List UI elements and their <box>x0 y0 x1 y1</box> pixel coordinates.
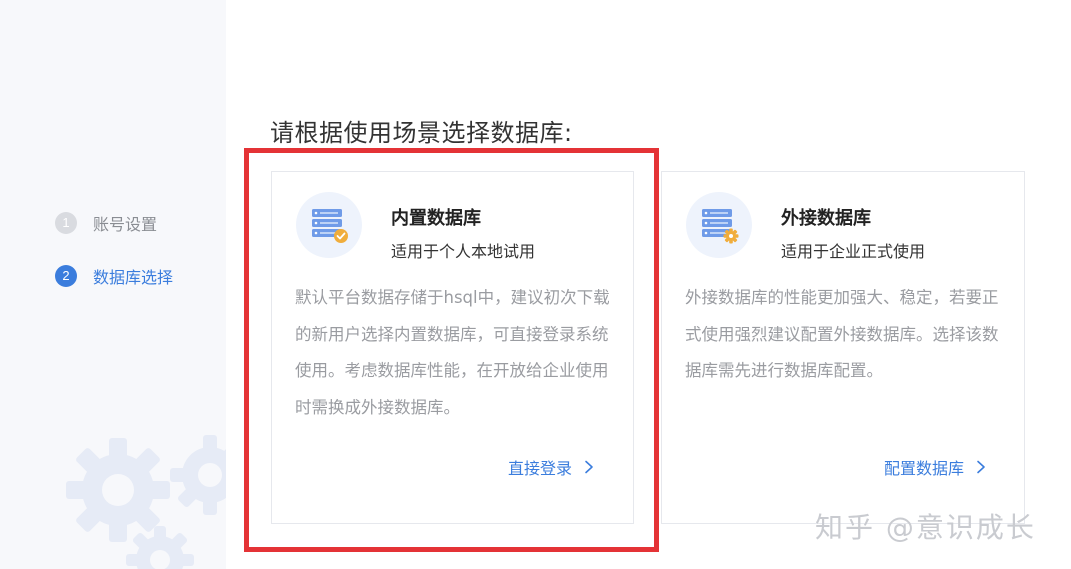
database-check-icon <box>296 192 362 258</box>
card-description: 默认平台数据存储于hsql中，建议初次下载的新用户选择内置数据库，可直接登录系统… <box>295 288 610 417</box>
external-database-card[interactable]: 外接数据库 适用于企业正式使用 外接数据库的性能更加强大、稳定，若要正式使用强烈… <box>661 171 1025 524</box>
action-label: 配置数据库 <box>883 459 964 478</box>
card-title: 外接数据库 <box>781 208 871 229</box>
action-label: 直接登录 <box>507 459 572 478</box>
step-database-selection[interactable]: 2 数据库选择 <box>55 264 173 288</box>
sidebar: 1 账号设置 2 数据库选择 <box>0 0 226 569</box>
watermark: 知乎 @意识成长 <box>815 511 1036 544</box>
step-label: 数据库选择 <box>93 268 174 287</box>
page-title: 请根据使用场景选择数据库: <box>270 119 573 147</box>
gears-decoration-icon <box>66 435 226 569</box>
chevron-right-icon <box>585 460 593 474</box>
database-gear-icon <box>686 192 752 258</box>
step-number: 2 <box>55 265 77 287</box>
chevron-right-icon <box>977 460 985 474</box>
card-title: 内置数据库 <box>391 208 481 229</box>
configure-database-link[interactable]: 配置数据库 <box>884 455 988 479</box>
card-subtitle: 适用于企业正式使用 <box>781 242 926 261</box>
direct-login-link[interactable]: 直接登录 <box>508 455 596 479</box>
step-label: 账号设置 <box>93 215 158 234</box>
card-description: 外接数据库的性能更加强大、稳定，若要正式使用强烈建议配置外接数据库。选择该数据库… <box>685 288 999 380</box>
card-subtitle: 适用于个人本地试用 <box>391 242 536 261</box>
step-number: 1 <box>55 212 77 234</box>
step-account-settings[interactable]: 1 账号设置 <box>55 211 157 235</box>
builtin-database-card[interactable]: 内置数据库 适用于个人本地试用 默认平台数据存储于hsql中，建议初次下载的新用… <box>271 171 634 524</box>
